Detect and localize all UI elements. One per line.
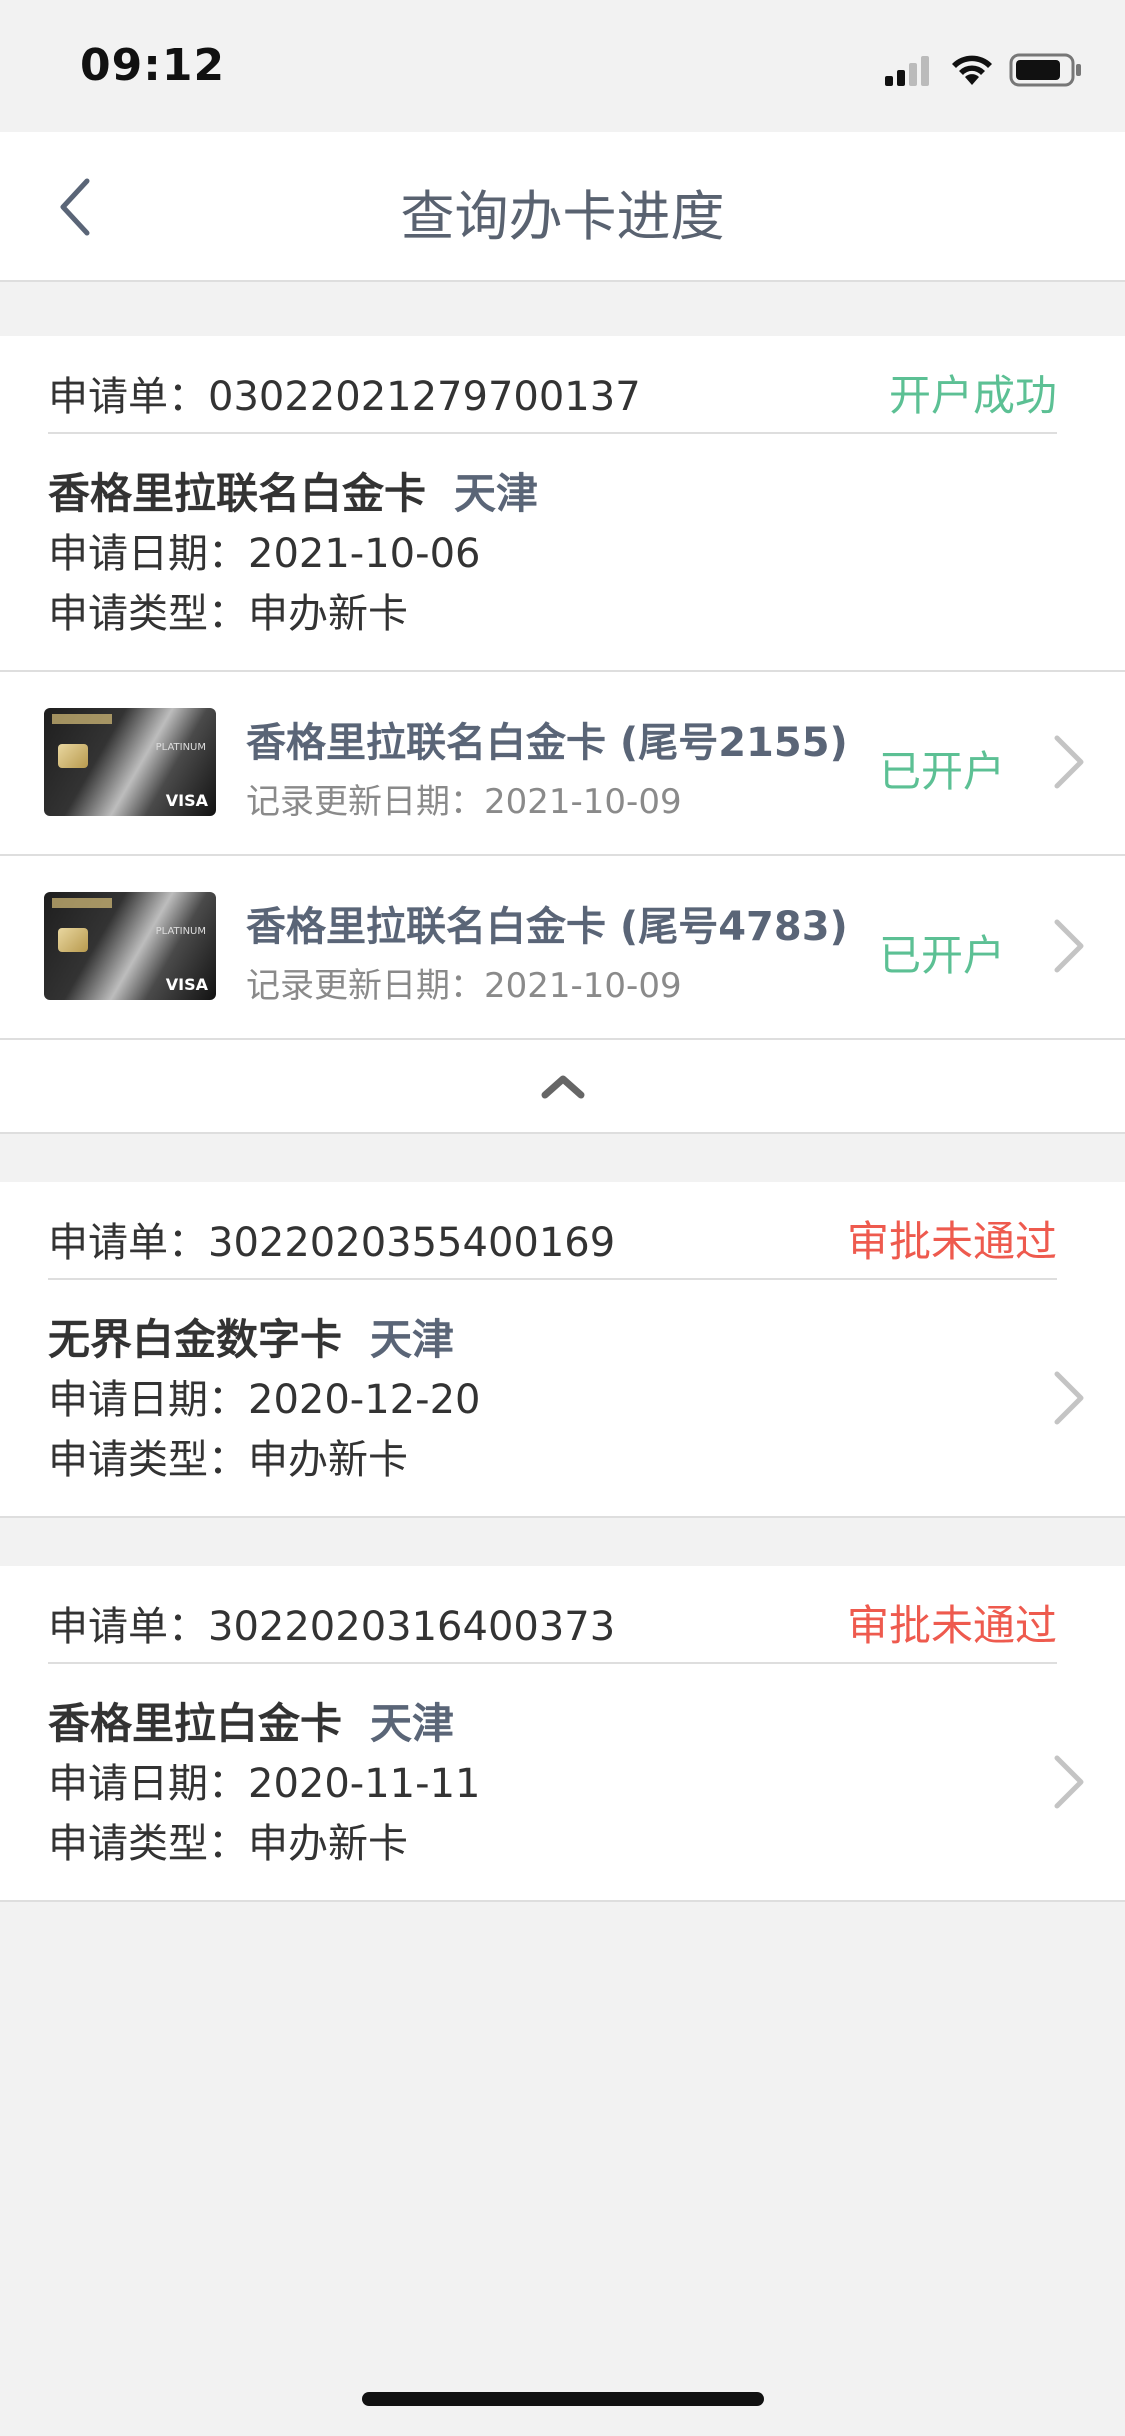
application-number-value: 03022021279700137 [208,374,641,420]
status-icons [885,50,1083,90]
application-number-label: 申请单： [48,1220,208,1266]
application-details: 香格里拉白金卡 天津 申请日期：2020-11-11 申请类型：申办新卡 [0,1664,1125,1900]
apply-type: 申请类型：申办新卡 [48,584,1077,644]
card-city: 天津 [370,1315,455,1364]
chevron-up-icon [541,1075,584,1099]
cellular-signal-icon [885,56,929,86]
apply-date-value: 2020-11-11 [248,1761,481,1807]
apply-date-label: 申请日期： [48,531,248,577]
nav-bar: 查询办卡进度 [0,132,1125,282]
apply-date-label: 申请日期： [48,1377,248,1423]
apply-type-value: 申办新卡 [248,1437,408,1483]
chevron-right-icon [1054,1755,1084,1809]
page-title: 查询办卡进度 [400,185,725,248]
apply-type-label: 申请类型： [48,1437,248,1483]
update-date-value: 2021-10-09 [484,782,682,822]
card-product-name: 香格里拉联名白金卡 [48,469,427,518]
issued-card-row[interactable]: PLATINUM VISA 香格里拉联名白金卡 (尾号4783) 记录更新日期：… [0,854,1125,1038]
application-card[interactable]: 申请单：3022020355400169 审批未通过 无界白金数字卡 天津 申请日… [0,1182,1125,1518]
issued-card-update-date: 记录更新日期：2021-10-09 [246,774,682,823]
issued-card-row[interactable]: PLATINUM VISA 香格里拉联名白金卡 (尾号2155) 记录更新日期：… [0,670,1125,854]
apply-type: 申请类型：申办新卡 [48,1430,1077,1490]
apply-date: 申请日期：2021-10-06 [48,524,1077,584]
wifi-icon [952,55,992,85]
application-header: 申请单：3022020316400373 审批未通过 [48,1566,1057,1664]
apply-date-value: 2020-12-20 [248,1377,481,1423]
application-number-value: 3022020355400169 [208,1220,616,1266]
issued-card-status: 已开户 [878,747,1005,796]
application-number: 申请单：3022020316400373 [48,1594,615,1652]
issued-card-title: 香格里拉联名白金卡 (尾号4783) [246,904,848,950]
update-date-value: 2021-10-09 [484,966,682,1006]
apply-date: 申请日期：2020-11-11 [48,1754,1077,1814]
apply-date-label: 申请日期： [48,1761,248,1807]
apply-type-value: 申办新卡 [248,1821,408,1867]
issued-card-update-date: 记录更新日期：2021-10-09 [246,958,682,1007]
card-city: 天津 [370,1699,455,1748]
status-time: 09:12 [80,40,226,91]
credit-card-image: PLATINUM VISA [44,892,216,1000]
application-number-label: 申请单： [48,1604,208,1650]
credit-card-image: PLATINUM VISA [44,708,216,816]
apply-type-label: 申请类型： [48,591,248,637]
application-card[interactable]: 申请单：3022020316400373 审批未通过 香格里拉白金卡 天津 申请日… [0,1566,1125,1902]
application-header: 申请单：03022021279700137 开户成功 [48,336,1057,434]
chevron-right-icon [1054,919,1084,973]
application-header: 申请单：3022020355400169 审批未通过 [48,1182,1057,1280]
card-city: 天津 [454,469,539,518]
application-details: 无界白金数字卡 天津 申请日期：2020-12-20 申请类型：申办新卡 [0,1280,1125,1516]
update-date-label: 记录更新日期： [246,966,484,1006]
status-bar: 09:12 [0,0,1125,132]
chevron-right-icon [1054,735,1084,789]
application-number-value: 3022020316400373 [208,1604,616,1650]
collapse-button[interactable] [0,1038,1125,1132]
home-indicator[interactable] [362,2392,764,2406]
apply-type-label: 申请类型： [48,1821,248,1867]
card-product-name: 无界白金数字卡 [48,1315,343,1364]
application-card: 申请单：03022021279700137 开户成功 香格里拉联名白金卡 天津 申… [0,336,1125,1134]
battery-icon [1009,53,1081,87]
application-status: 开户成功 [888,371,1057,420]
application-status: 审批未通过 [846,1601,1057,1650]
application-number-label: 申请单： [48,374,208,420]
application-number: 申请单：03022021279700137 [48,364,641,422]
apply-date-value: 2021-10-06 [248,531,481,577]
apply-type: 申请类型：申办新卡 [48,1814,1077,1874]
issued-card-title: 香格里拉联名白金卡 (尾号2155) [246,720,848,766]
application-status: 审批未通过 [846,1217,1057,1266]
apply-type-value: 申办新卡 [248,591,408,637]
application-number: 申请单：3022020355400169 [48,1210,615,1268]
card-product-name: 香格里拉白金卡 [48,1699,343,1748]
application-details: 香格里拉联名白金卡 天津 申请日期：2021-10-06 申请类型：申办新卡 [0,434,1125,670]
update-date-label: 记录更新日期： [246,782,484,822]
apply-date: 申请日期：2020-12-20 [48,1370,1077,1430]
chevron-right-icon [1054,1371,1084,1425]
issued-card-status: 已开户 [878,931,1005,980]
